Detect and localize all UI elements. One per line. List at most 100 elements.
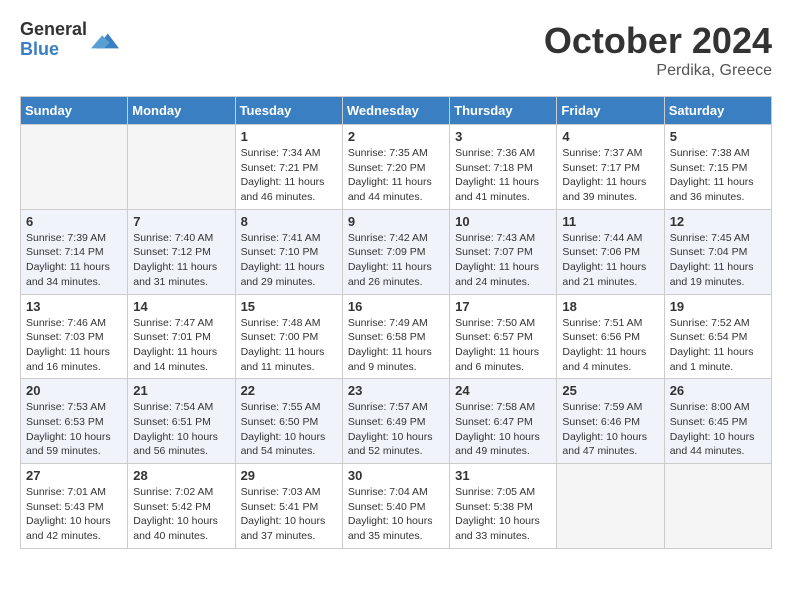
day-info: Sunrise: 7:46 AMSunset: 7:03 PMDaylight:… [26, 316, 122, 375]
logo-icon [91, 26, 119, 54]
day-info: Sunrise: 7:54 AMSunset: 6:51 PMDaylight:… [133, 400, 229, 459]
calendar-week-row: 13 Sunrise: 7:46 AMSunset: 7:03 PMDayligh… [21, 294, 772, 379]
day-info: Sunrise: 7:36 AMSunset: 7:18 PMDaylight:… [455, 146, 551, 205]
day-info: Sunrise: 7:44 AMSunset: 7:06 PMDaylight:… [562, 231, 658, 290]
day-number: 27 [26, 468, 122, 483]
day-info: Sunrise: 7:53 AMSunset: 6:53 PMDaylight:… [26, 400, 122, 459]
day-number: 14 [133, 299, 229, 314]
calendar-cell [21, 125, 128, 210]
calendar-cell: 8Sunrise: 7:41 AMSunset: 7:10 PMDaylight… [235, 209, 342, 294]
day-info: Sunrise: 7:37 AMSunset: 7:17 PMDaylight:… [562, 146, 658, 205]
day-number: 23 [348, 383, 444, 398]
day-info: Sunrise: 7:50 AMSunset: 6:57 PMDaylight:… [455, 316, 551, 375]
calendar-cell: 20 Sunrise: 7:53 AMSunset: 6:53 PMDayligh… [21, 379, 128, 464]
day-info: Sunrise: 7:51 AMSunset: 6:56 PMDaylight:… [562, 316, 658, 375]
day-info: Sunrise: 7:59 AMSunset: 6:46 PMDaylight:… [562, 400, 658, 459]
calendar-cell: 3 Sunrise: 7:36 AMSunset: 7:18 PMDaylight… [450, 125, 557, 210]
day-info: Sunrise: 7:02 AMSunset: 5:42 PMDaylight:… [133, 485, 229, 544]
day-number: 11 [562, 214, 658, 229]
day-info: Sunrise: 8:00 AMSunset: 6:45 PMDaylight:… [670, 400, 766, 459]
day-info: Sunrise: 7:04 AMSunset: 5:40 PMDaylight:… [348, 485, 444, 544]
calendar-cell: 31 Sunrise: 7:05 AMSunset: 5:38 PMDayligh… [450, 464, 557, 549]
calendar-cell: 16 Sunrise: 7:49 AMSunset: 6:58 PMDayligh… [342, 294, 449, 379]
day-number: 2 [348, 129, 444, 144]
month-title: October 2024 [544, 20, 772, 62]
day-info: Sunrise: 7:01 AMSunset: 5:43 PMDaylight:… [26, 485, 122, 544]
day-number: 1 [241, 129, 337, 144]
day-number: 4 [562, 129, 658, 144]
day-number: 26 [670, 383, 766, 398]
day-number: 7 [133, 214, 229, 229]
day-info: Sunrise: 7:05 AMSunset: 5:38 PMDaylight:… [455, 485, 551, 544]
weekday-header-sunday: Sunday [21, 97, 128, 125]
day-info: Sunrise: 7:35 AMSunset: 7:20 PMDaylight:… [348, 146, 444, 205]
calendar-week-row: 1Sunrise: 7:34 AMSunset: 7:21 PMDaylight… [21, 125, 772, 210]
calendar-cell: 21 Sunrise: 7:54 AMSunset: 6:51 PMDayligh… [128, 379, 235, 464]
day-info: Sunrise: 7:03 AMSunset: 5:41 PMDaylight:… [241, 485, 337, 544]
day-info: Sunrise: 7:58 AMSunset: 6:47 PMDaylight:… [455, 400, 551, 459]
day-number: 13 [26, 299, 122, 314]
day-number: 5 [670, 129, 766, 144]
day-number: 19 [670, 299, 766, 314]
calendar-cell: 28 Sunrise: 7:02 AMSunset: 5:42 PMDayligh… [128, 464, 235, 549]
logo: General Blue [20, 20, 119, 60]
weekday-header-row: SundayMondayTuesdayWednesdayThursdayFrid… [21, 97, 772, 125]
calendar-week-row: 6 Sunrise: 7:39 AMSunset: 7:14 PMDaylight… [21, 209, 772, 294]
calendar-cell [664, 464, 771, 549]
logo-general: General [20, 20, 87, 40]
weekday-header-saturday: Saturday [664, 97, 771, 125]
calendar-cell [128, 125, 235, 210]
calendar-cell: 12 Sunrise: 7:45 AMSunset: 7:04 PMDayligh… [664, 209, 771, 294]
day-info: Sunrise: 7:40 AMSunset: 7:12 PMDaylight:… [133, 231, 229, 290]
day-info: Sunrise: 7:45 AMSunset: 7:04 PMDaylight:… [670, 231, 766, 290]
weekday-header-wednesday: Wednesday [342, 97, 449, 125]
calendar-cell: 1Sunrise: 7:34 AMSunset: 7:21 PMDaylight… [235, 125, 342, 210]
calendar-cell: 2 Sunrise: 7:35 AMSunset: 7:20 PMDaylight… [342, 125, 449, 210]
calendar-cell: 29 Sunrise: 7:03 AMSunset: 5:41 PMDayligh… [235, 464, 342, 549]
location: Perdika, Greece [544, 62, 772, 80]
calendar-table: SundayMondayTuesdayWednesdayThursdayFrid… [20, 96, 772, 549]
day-number: 24 [455, 383, 551, 398]
page-header: General Blue October 2024 Perdika, Greec… [20, 20, 772, 80]
calendar-cell: 13 Sunrise: 7:46 AMSunset: 7:03 PMDayligh… [21, 294, 128, 379]
day-number: 18 [562, 299, 658, 314]
day-info: Sunrise: 7:38 AMSunset: 7:15 PMDaylight:… [670, 146, 766, 205]
day-info: Sunrise: 7:41 AMSunset: 7:10 PMDaylight:… [241, 231, 337, 290]
day-number: 22 [241, 383, 337, 398]
calendar-cell: 11 Sunrise: 7:44 AMSunset: 7:06 PMDayligh… [557, 209, 664, 294]
day-number: 29 [241, 468, 337, 483]
calendar-cell: 15 Sunrise: 7:48 AMSunset: 7:00 PMDayligh… [235, 294, 342, 379]
calendar-cell: 30 Sunrise: 7:04 AMSunset: 5:40 PMDayligh… [342, 464, 449, 549]
day-number: 30 [348, 468, 444, 483]
day-number: 15 [241, 299, 337, 314]
weekday-header-monday: Monday [128, 97, 235, 125]
day-number: 20 [26, 383, 122, 398]
calendar-cell: 6 Sunrise: 7:39 AMSunset: 7:14 PMDaylight… [21, 209, 128, 294]
day-number: 6 [26, 214, 122, 229]
calendar-cell: 22Sunrise: 7:55 AMSunset: 6:50 PMDayligh… [235, 379, 342, 464]
weekday-header-thursday: Thursday [450, 97, 557, 125]
calendar-cell: 18 Sunrise: 7:51 AMSunset: 6:56 PMDayligh… [557, 294, 664, 379]
day-number: 25 [562, 383, 658, 398]
calendar-cell: 4 Sunrise: 7:37 AMSunset: 7:17 PMDaylight… [557, 125, 664, 210]
day-number: 28 [133, 468, 229, 483]
day-info: Sunrise: 7:47 AMSunset: 7:01 PMDaylight:… [133, 316, 229, 375]
logo-blue: Blue [20, 40, 87, 60]
day-number: 31 [455, 468, 551, 483]
title-area: October 2024 Perdika, Greece [544, 20, 772, 80]
day-info: Sunrise: 7:49 AMSunset: 6:58 PMDaylight:… [348, 316, 444, 375]
day-info: Sunrise: 7:39 AMSunset: 7:14 PMDaylight:… [26, 231, 122, 290]
calendar-cell: 24 Sunrise: 7:58 AMSunset: 6:47 PMDayligh… [450, 379, 557, 464]
day-number: 3 [455, 129, 551, 144]
day-number: 16 [348, 299, 444, 314]
calendar-cell: 17Sunrise: 7:50 AMSunset: 6:57 PMDayligh… [450, 294, 557, 379]
day-info: Sunrise: 7:48 AMSunset: 7:00 PMDaylight:… [241, 316, 337, 375]
day-number: 21 [133, 383, 229, 398]
day-info: Sunrise: 7:42 AMSunset: 7:09 PMDaylight:… [348, 231, 444, 290]
day-info: Sunrise: 7:43 AMSunset: 7:07 PMDaylight:… [455, 231, 551, 290]
calendar-cell: 14 Sunrise: 7:47 AMSunset: 7:01 PMDayligh… [128, 294, 235, 379]
calendar-cell: 25 Sunrise: 7:59 AMSunset: 6:46 PMDayligh… [557, 379, 664, 464]
calendar-cell: 27 Sunrise: 7:01 AMSunset: 5:43 PMDayligh… [21, 464, 128, 549]
day-number: 12 [670, 214, 766, 229]
weekday-header-friday: Friday [557, 97, 664, 125]
